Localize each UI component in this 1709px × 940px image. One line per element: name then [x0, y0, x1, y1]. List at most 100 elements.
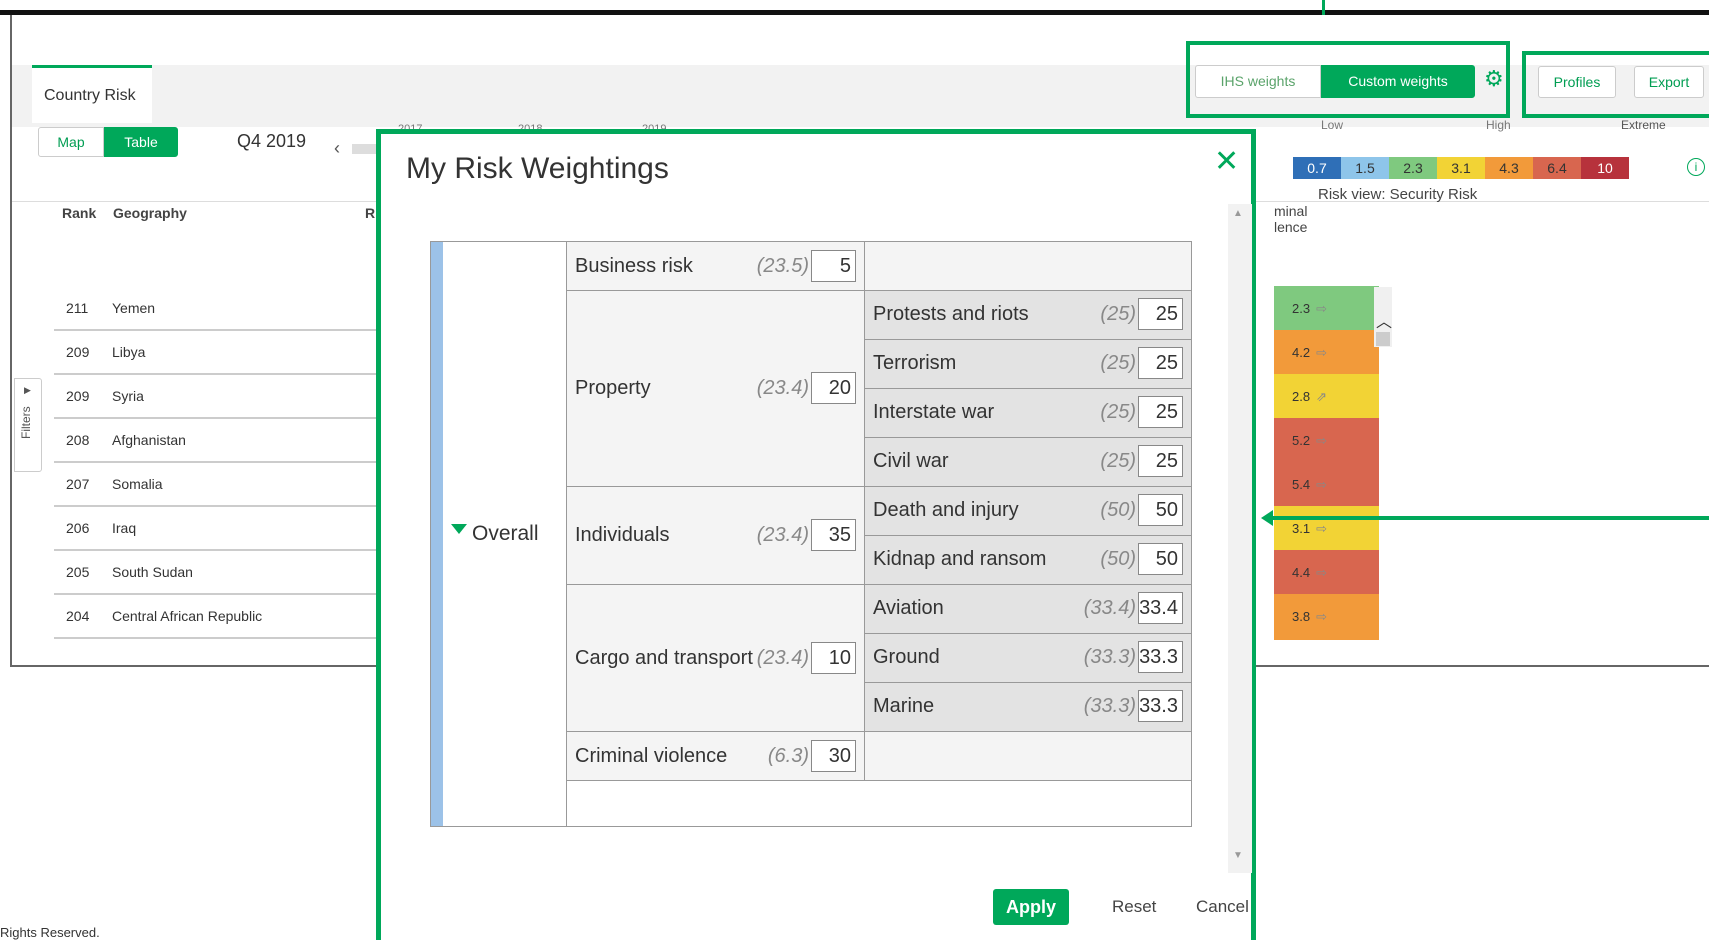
profiles-button[interactable]: Profiles: [1538, 66, 1616, 98]
overall-cell: Overall: [443, 242, 567, 826]
column-criminal-violence[interactable]: minal lence: [1274, 203, 1307, 235]
geography-cell[interactable]: Libya: [112, 344, 145, 360]
reset-button[interactable]: Reset: [1112, 897, 1156, 917]
table-row[interactable]: 209 Libya: [54, 330, 387, 375]
category-cell: Criminal violence (6.3) 30: [567, 732, 865, 781]
default-weight: (25): [1100, 303, 1136, 325]
rank-cell: 209: [66, 344, 90, 360]
chevron-left-icon[interactable]: ‹: [334, 138, 340, 159]
close-icon[interactable]: ✕: [1214, 144, 1239, 179]
weight-input[interactable]: 25: [1138, 396, 1183, 428]
table-row[interactable]: 207 Somalia: [54, 462, 387, 507]
weight-input[interactable]: 35: [811, 519, 856, 551]
weight-input[interactable]: 25: [1138, 445, 1183, 477]
empty-sub-cell: [865, 242, 1191, 291]
risk-weightings-dialog: My Risk Weightings ✕ ▲ ▼ Overall Busines…: [376, 129, 1256, 940]
subcategory-label: Death and injury: [873, 499, 1019, 521]
score-value: 3.1: [1292, 521, 1311, 536]
table-row[interactable]: 209 Syria: [54, 374, 387, 419]
score-cell[interactable]: 3.8 ⇨: [1274, 594, 1379, 640]
gear-icon[interactable]: ⚙: [1484, 66, 1504, 92]
scroll-up-icon[interactable]: ▲: [1233, 208, 1243, 219]
subcategory-label: Aviation: [873, 597, 944, 619]
weight-input[interactable]: 25: [1138, 298, 1183, 330]
info-icon[interactable]: i: [1687, 158, 1705, 176]
geography-cell[interactable]: Afghanistan: [112, 432, 186, 448]
category-label: Criminal violence: [575, 744, 728, 767]
default-weight: (50): [1100, 499, 1136, 521]
weight-input[interactable]: 33.3: [1138, 690, 1183, 722]
weight-input[interactable]: 33.3: [1138, 641, 1183, 673]
subcategory-label: Protests and riots: [873, 303, 1029, 325]
score-value: 2.8: [1292, 389, 1311, 404]
geography-cell[interactable]: Iraq: [112, 520, 136, 536]
score-cell[interactable]: 5.4 ⇨: [1274, 462, 1379, 508]
subcategory-label: Terrorism: [873, 352, 957, 374]
table-row[interactable]: 206 Iraq: [54, 506, 387, 551]
apply-button[interactable]: Apply: [993, 889, 1069, 925]
score-cell[interactable]: 5.2 ⇨: [1274, 418, 1379, 464]
weight-input[interactable]: 5: [811, 249, 856, 282]
rank-cell: 208: [66, 432, 90, 448]
score-cell[interactable]: 2.3 ⇨: [1274, 286, 1379, 332]
overall-label[interactable]: Overall: [472, 522, 539, 546]
rank-cell: 211: [66, 300, 89, 316]
score-cell[interactable]: 4.4 ⇨: [1274, 550, 1379, 596]
chevron-up-icon[interactable]: ︿: [1376, 308, 1392, 332]
default-weight: (50): [1100, 548, 1136, 570]
subcategory-label: Ground: [873, 646, 940, 668]
subcategory-cell: Civil war (25) 25: [865, 438, 1191, 487]
geography-cell[interactable]: Central African Republic: [112, 608, 262, 624]
geography-cell[interactable]: South Sudan: [112, 564, 193, 580]
weight-input[interactable]: 50: [1138, 543, 1183, 575]
column-rank[interactable]: Rank: [62, 205, 96, 221]
trend-arrow-icon: ⇗: [1316, 389, 1327, 404]
table-row[interactable]: 204 Central African Republic: [54, 594, 387, 639]
scrollbar-thumb[interactable]: [1376, 332, 1390, 346]
scrollbar-track[interactable]: [1228, 204, 1252, 873]
tab-country-risk[interactable]: Country Risk: [32, 65, 152, 123]
score-cell[interactable]: 3.1 ⇨: [1274, 506, 1379, 552]
geography-cell[interactable]: Somalia: [112, 476, 163, 492]
score-cell[interactable]: 2.8 ⇗: [1274, 374, 1379, 420]
trend-arrow-icon: ⇨: [1316, 609, 1327, 624]
legend-swatch: 1.5: [1341, 157, 1389, 179]
subcategory-cell: Marine (33.3) 33.3: [865, 683, 1191, 732]
column-geography[interactable]: Geography: [113, 205, 187, 221]
weight-input[interactable]: 20: [811, 372, 856, 404]
filters-tab[interactable]: ▶ Filters: [14, 378, 42, 472]
map-toggle[interactable]: Map: [38, 127, 104, 157]
geography-cell[interactable]: Syria: [112, 388, 144, 404]
default-weight: (6.3): [767, 744, 809, 767]
legend-low-label: Low: [1321, 118, 1344, 132]
caret-down-icon[interactable]: [451, 524, 467, 534]
cancel-button[interactable]: Cancel: [1196, 897, 1249, 917]
table-row[interactable]: 211 Yemen: [54, 286, 387, 331]
empty-sub-cell: [865, 732, 1191, 781]
table-row[interactable]: 205 South Sudan: [54, 550, 387, 595]
weight-input[interactable]: 10: [811, 641, 856, 674]
category-label: Cargo and transport: [575, 646, 753, 669]
subcategory-cell: Kidnap and ransom (50) 50: [865, 536, 1191, 585]
weight-input[interactable]: 50: [1138, 494, 1183, 526]
weight-input[interactable]: 25: [1138, 347, 1183, 379]
ihs-weights-toggle[interactable]: IHS weights: [1195, 65, 1321, 98]
default-weight: (25): [1100, 450, 1136, 472]
scroll-down-icon[interactable]: ▼: [1233, 850, 1243, 861]
table-row[interactable]: 208 Afghanistan: [54, 418, 387, 463]
overall-bar: [431, 242, 443, 826]
score-value: 5.4: [1292, 477, 1311, 492]
score-cell[interactable]: 4.2 ⇨: [1274, 330, 1379, 376]
weight-input[interactable]: 30: [811, 739, 856, 772]
weight-input[interactable]: 33.4: [1138, 592, 1183, 624]
default-weight: (23.4): [756, 377, 809, 399]
table-toggle[interactable]: Table: [104, 127, 178, 157]
rank-cell: 204: [66, 608, 90, 624]
default-weight: (23.4): [756, 524, 809, 546]
geography-cell[interactable]: Yemen: [112, 300, 155, 316]
export-button[interactable]: Export: [1634, 66, 1704, 98]
trend-arrow-icon: ⇨: [1316, 301, 1327, 316]
legend-swatch: 3.1: [1437, 157, 1485, 179]
custom-weights-toggle[interactable]: Custom weights: [1321, 65, 1475, 98]
rank-cell: 209: [66, 388, 90, 404]
